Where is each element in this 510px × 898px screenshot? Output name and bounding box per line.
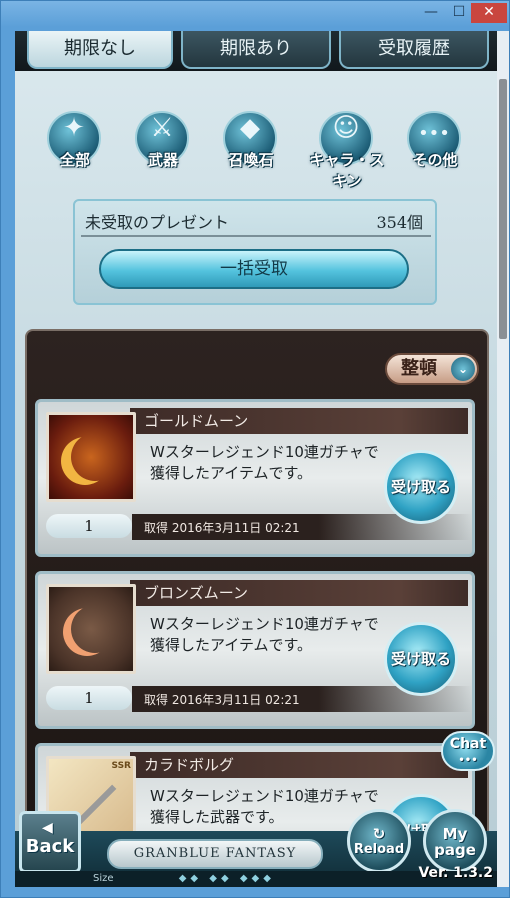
list-item: ブロンズムーン Wスターレジェンド10連ガチャで獲得したアイテムです。 1 取得… [35,571,475,729]
present-list: 整頓 ⌄ ゴールドムーン Wスターレジェンド10連ガチャで獲得したアイテムです。… [25,329,489,887]
mypage-label-line2: page [434,841,476,859]
item-quantity: 1 [46,686,132,710]
close-button[interactable]: ✕ [471,3,507,23]
mypage-button[interactable]: My page [423,809,487,873]
chat-label: Chat [449,736,487,752]
scrollbar[interactable] [497,31,509,887]
rarity-badge: SSR [111,761,132,771]
item-name: カラドボルグ [130,752,468,778]
category-label: 武器 [147,151,178,169]
acquired-date: 取得 2016年3月11日 02:21 [144,693,300,707]
size-dots[interactable]: ◆◆ ◆◆ ◆◆◆ [179,873,275,884]
category-label: 召喚石 [228,151,274,169]
back-arrow-icon: ◀ [42,820,53,836]
item-description: Wスターレジェンド10連ガチャで獲得した武器です。 [150,787,379,826]
item-name: ゴールドムーン [130,408,468,434]
back-button[interactable]: ◀ Back [19,811,81,873]
chevron-down-icon: ⌄ [451,357,475,381]
mypage-label-line1: My [442,825,468,843]
app-window: — ☐ ✕ 期限なし 期限あり 受取履歴 ✦ 全部 ⚔ 武器 ◆ 召喚石 ☺ キ… [0,0,510,898]
bronze-moon-icon [46,584,136,674]
gold-moon-icon [46,412,136,502]
tab-with-expiry[interactable]: 期限あり [181,31,331,69]
maximize-button[interactable]: ☐ [445,3,473,23]
item-description: Wスターレジェンド10連ガチャで獲得したアイテムです。 [150,615,379,654]
version-label: Ver. 1.3.2 [418,865,493,881]
reload-label: Reload [353,842,405,857]
category-other[interactable]: ••• その他 [401,105,469,173]
list-item: ゴールドムーン Wスターレジェンド10連ガチャで獲得したアイテムです。 1 取得… [35,399,475,557]
scrollbar-thumb[interactable] [499,79,507,339]
receive-button[interactable]: 受け取る [384,622,458,696]
item-quantity: 1 [46,514,132,538]
acquired-date: 取得 2016年3月11日 02:21 [144,521,300,535]
bulk-receive-button[interactable]: 一括受取 [99,249,409,289]
game-logo: GRANBLUE FANTASY [107,839,323,869]
reload-icon: ↻ [372,825,386,843]
unreceived-count: 354個 [376,213,423,232]
tab-bar: 期限なし 期限あり 受取履歴 [15,31,497,71]
category-all[interactable]: ✦ 全部 [41,105,109,173]
item-description: Wスターレジェンド10連ガチャで獲得したアイテムです。 [150,443,379,482]
category-character-skin[interactable]: ☺ キャラ・スキン [309,105,385,190]
tab-history[interactable]: 受取履歴 [339,31,489,69]
sort-label: 整頓 [401,358,437,379]
crystal-icon: ◆ [240,113,260,143]
sort-button[interactable]: 整頓 ⌄ [385,353,479,385]
tab-no-expiry[interactable]: 期限なし [27,31,173,69]
reload-button[interactable]: ↻ Reload [347,809,411,873]
back-label: Back [25,836,75,857]
item-name: ブロンズムーン [130,580,468,606]
all-items-icon: ✦ [63,113,85,143]
category-label: キャラ・スキン [309,151,385,190]
category-label: 全部 [59,151,90,169]
chat-button[interactable]: Chat ••• [441,731,495,771]
game-viewport: 期限なし 期限あり 受取履歴 ✦ 全部 ⚔ 武器 ◆ 召喚石 ☺ キャラ・スキン… [15,31,497,887]
chat-dots-icon: ••• [458,755,478,766]
moon-shape [71,605,119,653]
moon-shape [71,433,119,481]
receive-button[interactable]: 受け取る [384,450,458,524]
more-icon: ••• [418,123,450,144]
size-label: Size [93,873,114,884]
category-summon[interactable]: ◆ 召喚石 [217,105,285,173]
title-bar: — ☐ ✕ [1,1,509,27]
unreceived-title: 未受取のプレゼント [85,213,230,232]
divider [81,235,431,237]
character-icon: ☺ [332,113,360,143]
category-weapon[interactable]: ⚔ 武器 [129,105,197,173]
unreceived-panel: 未受取のプレゼント 354個 一括受取 [73,199,437,305]
minimize-button[interactable]: — [417,3,445,23]
sword-icon: ⚔ [150,113,174,143]
category-label: その他 [412,151,458,169]
